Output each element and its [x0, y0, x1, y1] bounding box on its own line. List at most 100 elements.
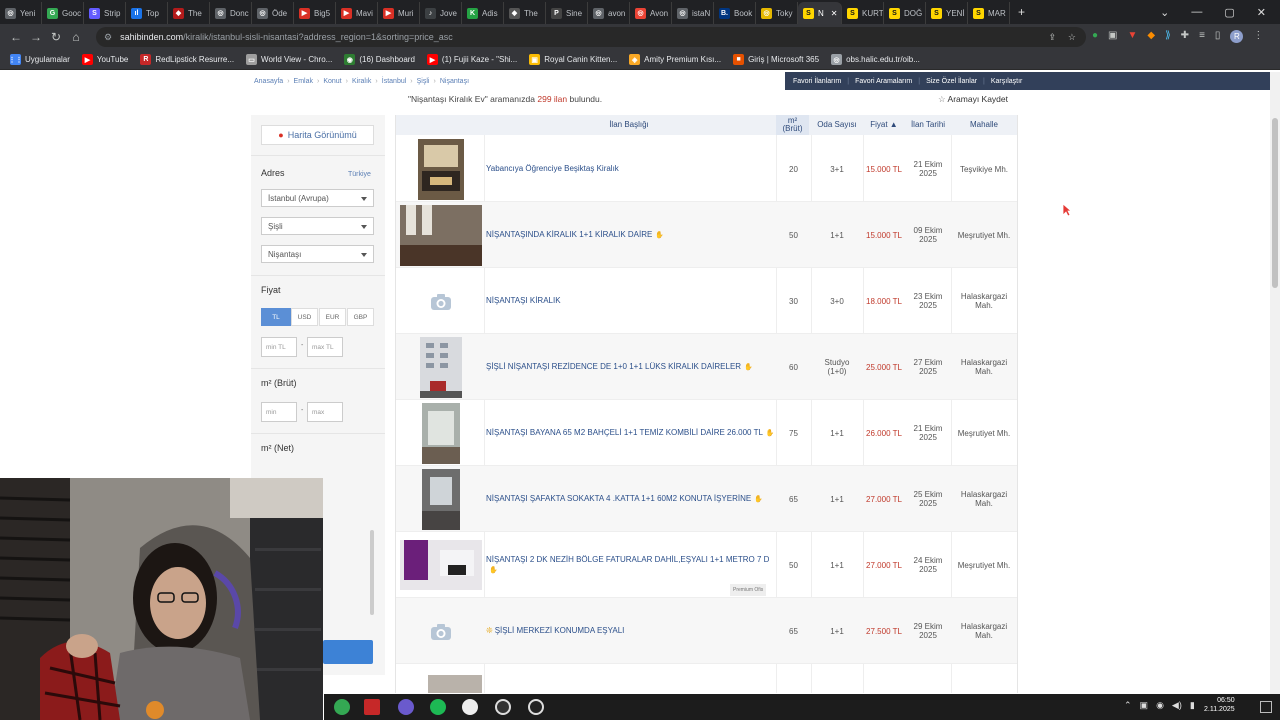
browser-tab[interactable]: ◎Donc [210, 2, 252, 24]
table-row[interactable]: NİŞANTAŞI 2 DK NEZİH BÖLGE FATURALAR DAH… [396, 532, 1018, 598]
volume-icon[interactable]: ◀) [1172, 700, 1182, 711]
browser-tab[interactable]: SStrip [84, 2, 126, 24]
browser-tab[interactable]: KAdis [462, 2, 504, 24]
listing-title-link[interactable]: NİŞANTAŞI 2 DK NEZİH BÖLGE FATURALAR DAH… [486, 555, 776, 576]
header-title[interactable]: İlan Başlığı [484, 115, 774, 135]
search-button[interactable] [323, 640, 373, 664]
listing-thumbnail[interactable] [400, 535, 482, 596]
topnav-link[interactable]: Karşılaştır [991, 78, 1023, 85]
app-taskbar-icon[interactable] [462, 699, 478, 715]
browser-tab[interactable]: SN✕ [798, 2, 842, 24]
reading-list-icon[interactable]: ≡ [1199, 30, 1205, 43]
topnav-link[interactable]: Favori Aramalarım [855, 78, 912, 85]
listing-title-link[interactable]: ŞİŞLİ NİŞANTAŞI REZİDENCE DE 1+0 1+1 LÜK… [486, 362, 753, 373]
min-price-input[interactable]: min TL [261, 337, 297, 357]
app-taskbar-icon[interactable] [364, 699, 380, 715]
save-search-link[interactable]: ☆ Aramayı Kaydet [938, 94, 1008, 105]
breadcrumb-item[interactable]: Kiralık [352, 78, 371, 85]
table-row[interactable]: NİŞANTAŞINDA KİRALIK 1+1 KİRALIK DAİRE✋5… [396, 202, 1018, 268]
browser-tab[interactable]: ◆The [168, 2, 210, 24]
country-link[interactable]: Türkiye [348, 171, 371, 178]
bookmark-item[interactable]: RRedLipstick Resurre... [140, 54, 234, 65]
listing-title-link[interactable]: NİŞANTAŞI KİRALIK [486, 296, 561, 306]
listing-title-link[interactable]: Yabancıya Öğrenciye Beşiktaş Kiralık [486, 164, 619, 174]
listing-title-link[interactable]: ❊ŞİŞLİ MERKEZİ KONUMDA EŞYALI [486, 626, 624, 636]
browser-tab[interactable]: SMAR [968, 2, 1010, 24]
discord-taskbar-icon[interactable] [398, 699, 414, 715]
back-icon[interactable]: ← [6, 30, 26, 44]
tray-icon[interactable]: ◉ [1156, 700, 1164, 711]
bookmark-item[interactable]: ▣Royal Canin Kitten... [529, 54, 617, 65]
max-gross-input[interactable]: max [307, 402, 343, 422]
side-panel-icon[interactable]: ▯ [1215, 30, 1221, 43]
listing-title-link[interactable]: NİŞANTAŞI ŞAFAKTA SOKAKTA 4 .KATTA 1+1 6… [486, 494, 763, 505]
listing-title-link[interactable]: NİŞANTAŞI BAYANA 65 M2 BAHÇELİ 1+1 TEMİZ… [486, 428, 775, 439]
currency-gbp-button[interactable]: GBP [347, 308, 374, 326]
listing-thumbnail[interactable] [400, 403, 482, 464]
browser-tab[interactable]: PSine [546, 2, 588, 24]
extension-icon[interactable]: ▼ [1128, 30, 1138, 43]
breadcrumb-item[interactable]: Konut [323, 78, 341, 85]
camera-icon[interactable] [400, 271, 482, 332]
chrome-taskbar-icon[interactable] [334, 699, 350, 715]
bookmark-star-icon[interactable]: ☆ [1068, 32, 1076, 43]
address-bar[interactable]: ⚙ sahibinden.com/kiralik/istanbul-sisli-… [96, 27, 1086, 47]
topnav-link[interactable]: Size Özel İlanlar [926, 78, 977, 85]
browser-tab[interactable]: ◎avon [588, 2, 630, 24]
scrollbar-thumb[interactable] [1272, 118, 1278, 288]
currency-eur-button[interactable]: EUR [319, 308, 346, 326]
menu-icon[interactable]: ⋮ [1253, 30, 1263, 43]
reload-icon[interactable]: ↻ [46, 30, 66, 44]
breadcrumb-item[interactable]: Nişantaşı [440, 78, 469, 85]
extension-icon[interactable]: ⟫ [1165, 30, 1171, 43]
sidebar-scrollbar[interactable] [370, 530, 374, 615]
browser-tab[interactable]: SYENİ [926, 2, 968, 24]
listing-title-link[interactable]: NİŞANTAŞINDA KİRALIK 1+1 KİRALIK DAİRE✋ [486, 230, 664, 241]
bookmark-item[interactable]: ◉(16) Dashboard [344, 54, 415, 65]
listing-thumbnail[interactable] [400, 469, 482, 530]
table-row[interactable]: NİŞANTAŞI KİRALIK303+018.000 TL23 Ekim 2… [396, 268, 1018, 334]
browser-tab[interactable]: ♪Jove [420, 2, 462, 24]
browser-tab[interactable]: SDOĞ [884, 2, 926, 24]
tab-search-icon[interactable]: ⌄ [1160, 6, 1169, 19]
extension-icon[interactable]: ● [1092, 30, 1098, 43]
bookmark-item[interactable]: ▶YouTube [82, 54, 128, 65]
browser-tab[interactable]: ◎Yeni [0, 2, 42, 24]
topnav-link[interactable]: Favori İlanlarım [793, 78, 841, 85]
listing-thumbnail[interactable] [400, 139, 482, 200]
breadcrumb-item[interactable]: Emlak [294, 78, 313, 85]
profile-avatar[interactable]: R [1230, 30, 1243, 43]
header-m2[interactable]: m² (Brüt) [776, 115, 809, 135]
header-price[interactable]: Fiyat ▲ [863, 115, 905, 135]
browser-tab[interactable]: ◎Toky [756, 2, 798, 24]
camera-icon[interactable] [400, 601, 482, 662]
bookmark-item[interactable]: ▶(1) Fujii Kaze - "Shi... [427, 54, 517, 65]
browser-tab[interactable]: ılTop [126, 2, 168, 24]
minimize-icon[interactable]: — [1191, 6, 1202, 18]
table-row[interactable]: ❊ŞİŞLİ MERKEZİ KONUMDA EŞYALI651+127.500… [396, 598, 1018, 664]
browser-tab[interactable]: ▶Muri [378, 2, 420, 24]
bookmark-item[interactable]: ▭World View - Chro... [246, 54, 332, 65]
spotify-taskbar-icon[interactable] [430, 699, 446, 715]
extension-icon[interactable]: ◆ [1147, 30, 1155, 43]
min-gross-input[interactable]: min [261, 402, 297, 422]
new-tab-button[interactable]: + [1018, 5, 1025, 19]
close-window-icon[interactable]: ✕ [1257, 6, 1266, 19]
browser-tab[interactable]: ◎Öde [252, 2, 294, 24]
media-taskbar-icon[interactable] [528, 699, 544, 715]
site-info-icon[interactable]: ⚙ [104, 32, 112, 43]
maximize-icon[interactable]: ▢ [1224, 6, 1234, 19]
browser-tab[interactable]: B.Book [714, 2, 756, 24]
extension-icon[interactable]: ▣ [1108, 30, 1117, 43]
map-view-button[interactable]: ● Harita Görünümü [261, 125, 374, 145]
tab-close-icon[interactable]: ✕ [831, 9, 838, 18]
listing-thumbnail[interactable] [428, 675, 482, 693]
browser-tab[interactable]: ▶Mavi [336, 2, 378, 24]
forward-icon[interactable]: → [26, 30, 46, 44]
chevron-up-icon[interactable]: ⌃ [1124, 700, 1132, 711]
table-row[interactable]: Yabancıya Öğrenciye Beşiktaş Kiralık203+… [396, 136, 1018, 202]
browser-tab[interactable]: GGooc [42, 2, 84, 24]
tray-icon[interactable]: ▮ [1190, 700, 1195, 711]
bookmark-item[interactable]: ⋮⋮Uygulamalar [10, 54, 70, 65]
table-row[interactable]: NİŞANTAŞI ŞAFAKTA SOKAKTA 4 .KATTA 1+1 6… [396, 466, 1018, 532]
